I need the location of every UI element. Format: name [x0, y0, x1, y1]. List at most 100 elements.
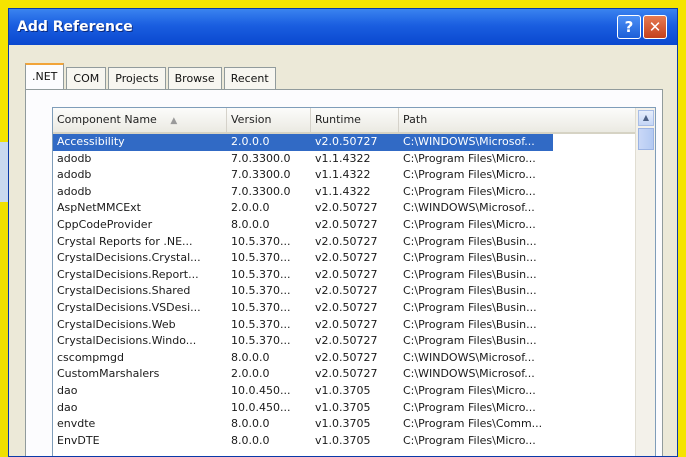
path-cell: C:\Program Files\Micro...: [403, 433, 536, 447]
runtime-cell: v1.0.3705: [315, 433, 371, 447]
component-name-cell: cscompmgd: [57, 350, 124, 364]
table-row[interactable]: CrystalDecisions.Web 10.5.370... v2.0.5072…: [53, 317, 635, 334]
table-row[interactable]: CrystalDecisions.Shared 10.5.370... v2.0.5…: [53, 283, 635, 300]
table-row[interactable]: cscompmgd 8.0.0.0 v2.0.50727 C:\WINDOWS\Mic…: [53, 350, 635, 367]
runtime-cell: v2.0.50727: [315, 317, 378, 331]
table-row[interactable]: CrystalDecisions.Windo... 10.5.370... v2.0…: [53, 333, 635, 350]
list-header: Component Name ▲ Version Runtime Path: [53, 108, 635, 134]
vertical-scrollbar[interactable]: ▲: [635, 108, 655, 456]
path-cell: C:\WINDOWS\Microsof...: [403, 350, 535, 364]
version-cell: 2.0.0.0: [231, 367, 270, 381]
table-row[interactable]: adodb 7.0.3300.0 v1.1.4322 C:\Program Files…: [53, 184, 635, 201]
component-name-cell: Accessibility: [57, 135, 125, 148]
table-row[interactable]: CustomMarshalers 2.0.0.0 v2.0.50727 C:\WIND…: [53, 366, 635, 383]
runtime-cell: v2.0.50727: [315, 367, 378, 381]
column-header-runtime[interactable]: Runtime: [311, 108, 399, 132]
component-name-cell: envdte: [57, 417, 96, 431]
column-header-component-name[interactable]: Component Name ▲: [53, 108, 227, 132]
version-cell: 8.0.0.0: [231, 417, 270, 431]
close-button[interactable]: ✕: [643, 15, 667, 39]
tab-browse[interactable]: Browse: [167, 67, 222, 89]
component-list[interactable]: Component Name ▲ Version Runtime Path Ac…: [52, 107, 656, 456]
tab-net[interactable]: .NET: [25, 63, 65, 89]
runtime-cell: v1.0.3705: [315, 417, 371, 431]
title-bar[interactable]: Add Reference ? ✕: [9, 9, 677, 45]
tab-projects[interactable]: Projects: [108, 67, 166, 89]
path-cell: C:\Program Files\Micro...: [403, 383, 536, 397]
table-row[interactable]: Crystal Reports for .NE... 10.5.370... v2.…: [53, 234, 635, 251]
component-name-cell: CrystalDecisions.Web: [57, 317, 176, 331]
runtime-cell: v2.0.50727: [315, 217, 378, 231]
help-button[interactable]: ?: [617, 15, 641, 39]
path-cell: C:\Program Files\Busin...: [403, 251, 537, 265]
tab-com[interactable]: COM: [66, 67, 107, 89]
add-reference-dialog: Add Reference ? ✕ .NET COM Projects Brow…: [8, 8, 678, 457]
version-cell: 10.5.370...: [231, 234, 291, 248]
table-row[interactable]: CrystalDecisions.Crystal... 10.5.370... v2…: [53, 250, 635, 267]
version-cell: 7.0.3300.0: [231, 151, 291, 165]
runtime-cell: v1.1.4322: [315, 168, 371, 182]
table-row[interactable]: adodb 7.0.3300.0 v1.1.4322 C:\Program Files…: [53, 151, 635, 168]
component-name-cell: CrystalDecisions.Shared: [57, 284, 191, 298]
version-cell: 10.5.370...: [231, 251, 291, 265]
component-name-cell: CppCodeProvider: [57, 217, 153, 231]
component-rows: Accessibility 2.0.0.0 v2.0.50727 C:\WINDOWS…: [53, 134, 635, 449]
table-row[interactable]: CrystalDecisions.VSDesi... 10.5.370... v2.…: [53, 300, 635, 317]
sort-ascending-icon: ▲: [170, 116, 178, 126]
component-name-cell: Crystal Reports for .NE...: [57, 234, 193, 248]
path-cell: C:\Program Files\Micro...: [403, 184, 536, 198]
path-cell: C:\Program Files\Micro...: [403, 400, 536, 414]
version-cell: 2.0.0.0: [231, 135, 270, 148]
table-row[interactable]: dao 10.0.450... v1.0.3705 C:\Program Files\…: [53, 383, 635, 400]
component-name-cell: adodb: [57, 184, 92, 198]
component-name-cell: dao: [57, 400, 78, 414]
path-cell: C:\Program Files\Busin...: [403, 317, 537, 331]
path-cell: C:\Program Files\Busin...: [403, 267, 537, 281]
column-header-path[interactable]: Path: [399, 108, 635, 132]
version-cell: 8.0.0.0: [231, 433, 270, 447]
version-cell: 7.0.3300.0: [231, 168, 291, 182]
component-name-cell: CustomMarshalers: [57, 367, 160, 381]
runtime-cell: v2.0.50727: [315, 201, 378, 215]
table-row[interactable]: envdte 8.0.0.0 v1.0.3705 C:\Program Files\C…: [53, 416, 635, 433]
component-name-cell: AspNetMMCExt: [57, 201, 141, 215]
table-row[interactable]: CrystalDecisions.Report... 10.5.370... v2.…: [53, 267, 635, 284]
component-name-cell: dao: [57, 383, 78, 397]
runtime-cell: v2.0.50727: [315, 267, 378, 281]
table-row[interactable]: EnvDTE 8.0.0.0 v1.0.3705 C:\Program Files\M…: [53, 433, 635, 450]
table-row[interactable]: dao 10.0.450... v1.0.3705 C:\Program Files\…: [53, 400, 635, 417]
column-header-label: Component Name: [57, 113, 157, 126]
version-cell: 10.5.370...: [231, 267, 291, 281]
path-cell: C:\Program Files\Busin...: [403, 334, 537, 348]
component-name-cell: adodb: [57, 168, 92, 182]
column-header-version[interactable]: Version: [227, 108, 311, 132]
net-tab-panel: Component Name ▲ Version Runtime Path Ac…: [25, 89, 663, 456]
component-name-cell: EnvDTE: [57, 433, 100, 447]
scroll-up-arrow-icon[interactable]: ▲: [638, 110, 654, 126]
tab-recent[interactable]: Recent: [223, 67, 276, 89]
runtime-cell: v2.0.50727: [315, 251, 378, 265]
table-row[interactable]: adodb 7.0.3300.0 v1.1.4322 C:\Program Files…: [53, 167, 635, 184]
runtime-cell: v2.0.50727: [315, 334, 378, 348]
version-cell: 10.5.370...: [231, 317, 291, 331]
component-name-cell: CrystalDecisions.Report...: [57, 267, 199, 281]
runtime-cell: v1.0.3705: [315, 400, 371, 414]
table-row[interactable]: CppCodeProvider 8.0.0.0 v2.0.50727 C:\Progr…: [53, 217, 635, 234]
path-cell: C:\Program Files\Comm...: [403, 417, 543, 431]
runtime-cell: v2.0.50727: [315, 300, 378, 314]
version-cell: 10.0.450...: [231, 400, 291, 414]
runtime-cell: v1.1.4322: [315, 151, 371, 165]
component-name-cell: CrystalDecisions.Crystal...: [57, 251, 201, 265]
runtime-cell: v1.1.4322: [315, 184, 371, 198]
table-row[interactable]: AspNetMMCExt 2.0.0.0 v2.0.50727 C:\WINDOWS\…: [53, 200, 635, 217]
dialog-title: Add Reference: [17, 19, 133, 35]
runtime-cell: v1.0.3705: [315, 383, 371, 397]
version-cell: 7.0.3300.0: [231, 184, 291, 198]
runtime-cell: v2.0.50727: [315, 350, 378, 364]
scroll-thumb[interactable]: [638, 128, 654, 150]
version-cell: 2.0.0.0: [231, 201, 270, 215]
path-cell: C:\Program Files\Micro...: [403, 168, 536, 182]
component-name-cell: CrystalDecisions.Windo...: [57, 334, 197, 348]
table-row[interactable]: Accessibility 2.0.0.0 v2.0.50727 C:\WINDOWS…: [53, 134, 553, 151]
component-name-cell: adodb: [57, 151, 92, 165]
